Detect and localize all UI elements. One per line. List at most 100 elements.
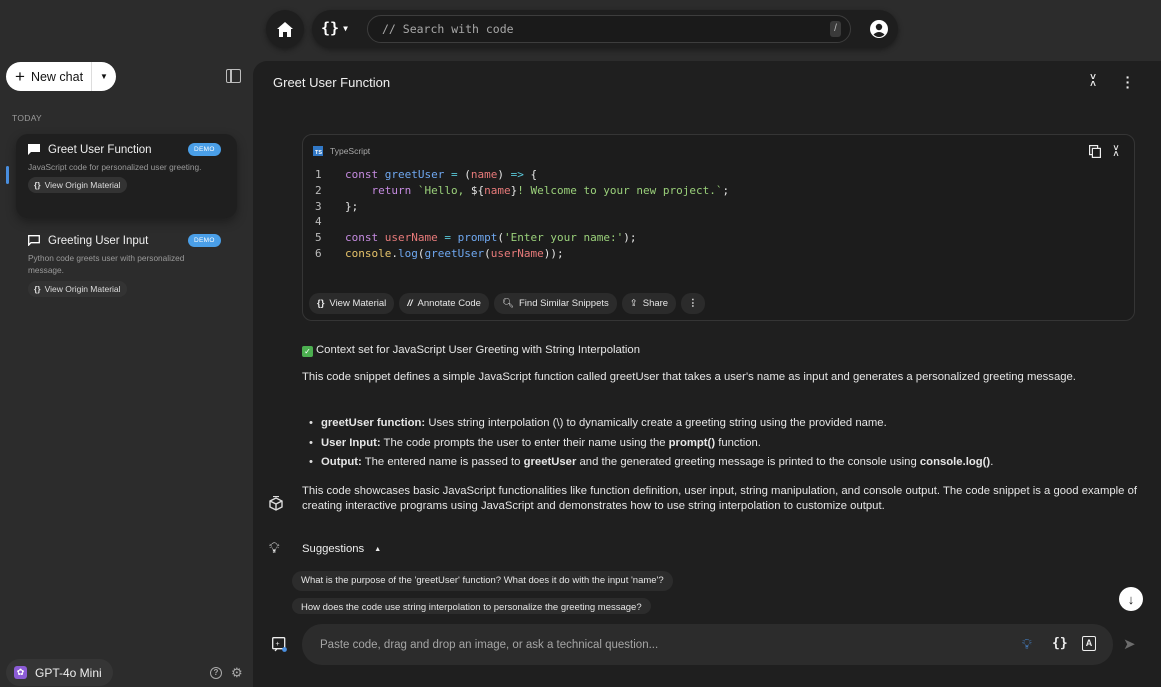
bullet-text: Uses string interpolation (\) to dynamic… [425, 417, 887, 429]
bullet-code-term: greetUser [523, 456, 577, 468]
collapse-code-icon[interactable]: ˅ ˄ [1111, 144, 1121, 159]
suggestion-chip[interactable]: What is the purpose of the 'greetUser' f… [292, 571, 673, 591]
language-name: TypeScript [330, 146, 371, 156]
code-braces-icon: {} [321, 19, 340, 37]
code-token: ( [497, 231, 504, 245]
text-recognition-icon[interactable]: A [1082, 636, 1096, 651]
section-label-today: TODAY [12, 113, 42, 123]
line-number: 2 [315, 183, 322, 197]
bullet-item: User Input: The code prompts the user to… [309, 434, 993, 454]
bullet-label: Output: [321, 456, 362, 468]
page-title: Greet User Function [273, 75, 391, 90]
line-number: 5 [315, 231, 322, 245]
search-shortcut-key: / [830, 21, 841, 37]
top-search-bar: {} ▼ / [312, 10, 898, 48]
code-braces-icon: {} [34, 283, 41, 294]
code-search-input[interactable] [367, 15, 851, 43]
code-braces-icon: {} [34, 180, 41, 191]
code-token: => [510, 168, 524, 181]
arrow-down-icon: ↓ [1127, 591, 1135, 607]
code-token: console [345, 246, 392, 260]
home-icon [277, 21, 293, 37]
share-icon: ⇪ [629, 298, 638, 309]
more-actions-button[interactable]: ⋮ [681, 293, 705, 314]
code-token: greetUser [384, 168, 445, 181]
code-token: { [523, 168, 538, 181]
line-number: 6 [315, 246, 322, 260]
code-token: name [484, 183, 511, 197]
chat-history-item[interactable]: Greeting User Input DEMO Python code gre… [16, 225, 237, 305]
main-chat-panel: Greet User Function ˅ ˄ · · · TS TypeScript… [253, 61, 1161, 687]
model-selector-button[interactable]: ✿ GPT-4o Mini [6, 659, 113, 686]
code-token: return [345, 183, 418, 197]
lightbulb-sparkle-icon: 💡︎ [269, 540, 280, 557]
chat-composer: 💡︎ {} A [302, 624, 1113, 665]
help-icon[interactable]: ? [210, 667, 222, 679]
account-circle-icon[interactable] [869, 19, 889, 39]
search-code-icon: 🔍︎ [501, 298, 514, 309]
share-label: Share [642, 298, 669, 309]
suggestion-chip[interactable]: How does the code use string interpolati… [292, 598, 651, 614]
answer-bullet-list: greetUser function: Uses string interpol… [309, 414, 993, 473]
code-token: ${ [470, 183, 485, 197]
find-similar-label: Find Similar Snippets [519, 298, 609, 309]
copy-icon[interactable] [1089, 145, 1101, 158]
code-token: ; [722, 183, 730, 197]
suggestions-lightbulb-icon[interactable]: 💡︎ [1022, 636, 1032, 653]
settings-gear-icon[interactable]: ⚙ [231, 665, 243, 681]
chat-description: Python code greets user with personalize… [28, 253, 185, 276]
code-token: ( [417, 246, 425, 260]
chat-input[interactable] [320, 624, 1000, 665]
share-button[interactable]: ⇪ Share [621, 293, 677, 314]
line-number: 4 [315, 215, 322, 229]
code-token: ( [464, 168, 471, 181]
home-button[interactable] [266, 10, 304, 48]
bullet-code-term: console.log() [919, 456, 991, 468]
svg-text:+: + [276, 641, 280, 648]
new-chat-label: New chat [30, 69, 84, 84]
bullet-item: Output: The entered name is passed to gr… [309, 453, 993, 473]
code-line: 1 const greetUser = (name) => { [315, 167, 729, 183]
annotate-code-button[interactable]: // Annotate Code [399, 293, 489, 314]
code-action-bar: {} View Material // Annotate Code 🔍︎ Fin… [309, 293, 705, 314]
active-chat-indicator [6, 166, 9, 184]
new-chat-main[interactable]: + New chat [6, 62, 92, 91]
view-origin-material-button[interactable]: {} View Origin Material [28, 177, 127, 194]
code-token: = [437, 231, 458, 245]
find-similar-snippets-button[interactable]: 🔍︎ Find Similar Snippets [493, 293, 617, 314]
code-token: . [391, 246, 398, 260]
collapse-all-icon[interactable]: ˅ ˄ [1087, 73, 1099, 90]
new-chat-sparkle-icon[interactable]: + [272, 637, 287, 652]
answer-intro: This code snippet defines a simple JavaS… [302, 371, 1076, 383]
code-token: log [397, 246, 418, 260]
chat-title: Greet User Function [48, 143, 152, 156]
code-token: ! Welcome to your new project.` [517, 183, 723, 197]
sidebar-toggle-icon[interactable] [226, 69, 241, 83]
scroll-to-bottom-button[interactable]: ↓ [1119, 587, 1143, 611]
insert-code-icon[interactable]: {} [1052, 636, 1068, 651]
language-selector[interactable]: {} ▼ [321, 19, 348, 37]
caret-up-icon: ▲ [374, 545, 382, 553]
demo-badge: DEMO [188, 234, 221, 247]
bullet-text: The entered name is passed to [361, 456, 524, 468]
more-options-icon[interactable]: · · · [1122, 70, 1134, 94]
code-token: } [510, 183, 518, 197]
chat-history-item[interactable]: Greet User Function DEMO JavaScript code… [16, 134, 237, 218]
code-token: greetUser [424, 246, 485, 260]
send-icon[interactable]: ➤ [1123, 635, 1136, 653]
new-chat-button[interactable]: + New chat ▼ [6, 62, 116, 91]
annotate-code-label: Annotate Code [417, 298, 481, 309]
view-origin-label: View Origin Material [44, 283, 121, 294]
view-origin-material-button[interactable]: {} View Origin Material [28, 280, 127, 297]
new-chat-dropdown[interactable]: ▼ [92, 72, 116, 81]
code-token: const [345, 168, 385, 181]
caret-down-icon: ▼ [343, 23, 348, 33]
suggestions-toggle[interactable]: Suggestions ▲ [302, 543, 381, 555]
code-token: const [345, 231, 385, 245]
view-material-button[interactable]: {} View Material [309, 293, 395, 314]
openai-model-icon: ✿ [14, 666, 27, 679]
code-line: 6 console. log(greetUser(userName)); [315, 246, 729, 262]
line-number: 3 [315, 199, 322, 213]
code-line: 4 [315, 214, 729, 230]
chat-title: Greeting User Input [48, 234, 149, 247]
